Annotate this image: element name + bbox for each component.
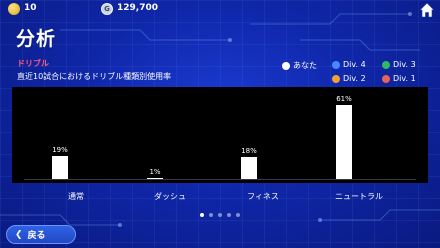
section-title: ドリブル xyxy=(17,59,49,68)
chart-area xyxy=(12,87,428,183)
section-subtitle: 直近10試合におけるドリブル種類別使用率 xyxy=(17,72,172,81)
bar-value-label: 18% xyxy=(241,147,257,156)
page-title: 分析 xyxy=(16,28,57,50)
home-button[interactable] xyxy=(418,1,436,19)
gem-amount: 129,700 xyxy=(117,3,158,13)
legend-label: Div. 4 xyxy=(343,60,366,69)
legend-label: Div. 3 xyxy=(393,60,416,69)
legend-swatch xyxy=(332,74,340,83)
category-label: フィネス xyxy=(247,192,279,201)
gold-coin-icon xyxy=(8,3,20,15)
category-label: ニュートラル xyxy=(335,192,383,201)
category-label: ダッシュ xyxy=(154,192,186,201)
legend-item-div4: Div. 4 xyxy=(332,60,366,69)
legend-label: Div. 1 xyxy=(393,74,416,83)
home-icon xyxy=(419,2,435,18)
pager-dot[interactable] xyxy=(227,213,231,217)
bar xyxy=(147,177,163,179)
gold-amount: 10 xyxy=(24,3,37,13)
bar-value-label: 61% xyxy=(336,95,352,103)
chart-baseline xyxy=(24,179,416,180)
pager-dot[interactable] xyxy=(236,213,240,217)
legend-label: Div. 2 xyxy=(343,74,366,83)
bar xyxy=(336,105,352,179)
legend-swatch xyxy=(332,60,340,69)
legend-item-div2: Div. 2 xyxy=(332,74,366,83)
back-button[interactable]: ❮ 戻る xyxy=(6,225,76,244)
legend-swatch xyxy=(382,74,390,83)
legend-item-you: あなた xyxy=(282,60,317,71)
bar-value-label: 19% xyxy=(52,145,68,154)
legend-item-div1: Div. 1 xyxy=(382,74,416,83)
legend-swatch xyxy=(382,60,390,69)
page-indicator xyxy=(0,213,440,219)
top-bar: 10 G 129,700 xyxy=(0,0,440,20)
legend-label: あなた xyxy=(293,61,317,70)
back-button-label: 戻る xyxy=(27,231,46,241)
bar xyxy=(52,155,68,179)
g-coin-icon: G xyxy=(101,3,113,15)
legend-swatch xyxy=(282,61,290,70)
bar xyxy=(241,157,257,179)
legend-item-div3: Div. 3 xyxy=(382,60,416,69)
bar-value-label: 1% xyxy=(149,167,161,176)
category-label: 通常 xyxy=(68,192,84,201)
pager-dot[interactable] xyxy=(209,213,213,217)
pager-dot[interactable] xyxy=(218,213,222,217)
chevron-left-icon: ❮ xyxy=(15,229,23,240)
pager-dot[interactable] xyxy=(200,213,204,217)
